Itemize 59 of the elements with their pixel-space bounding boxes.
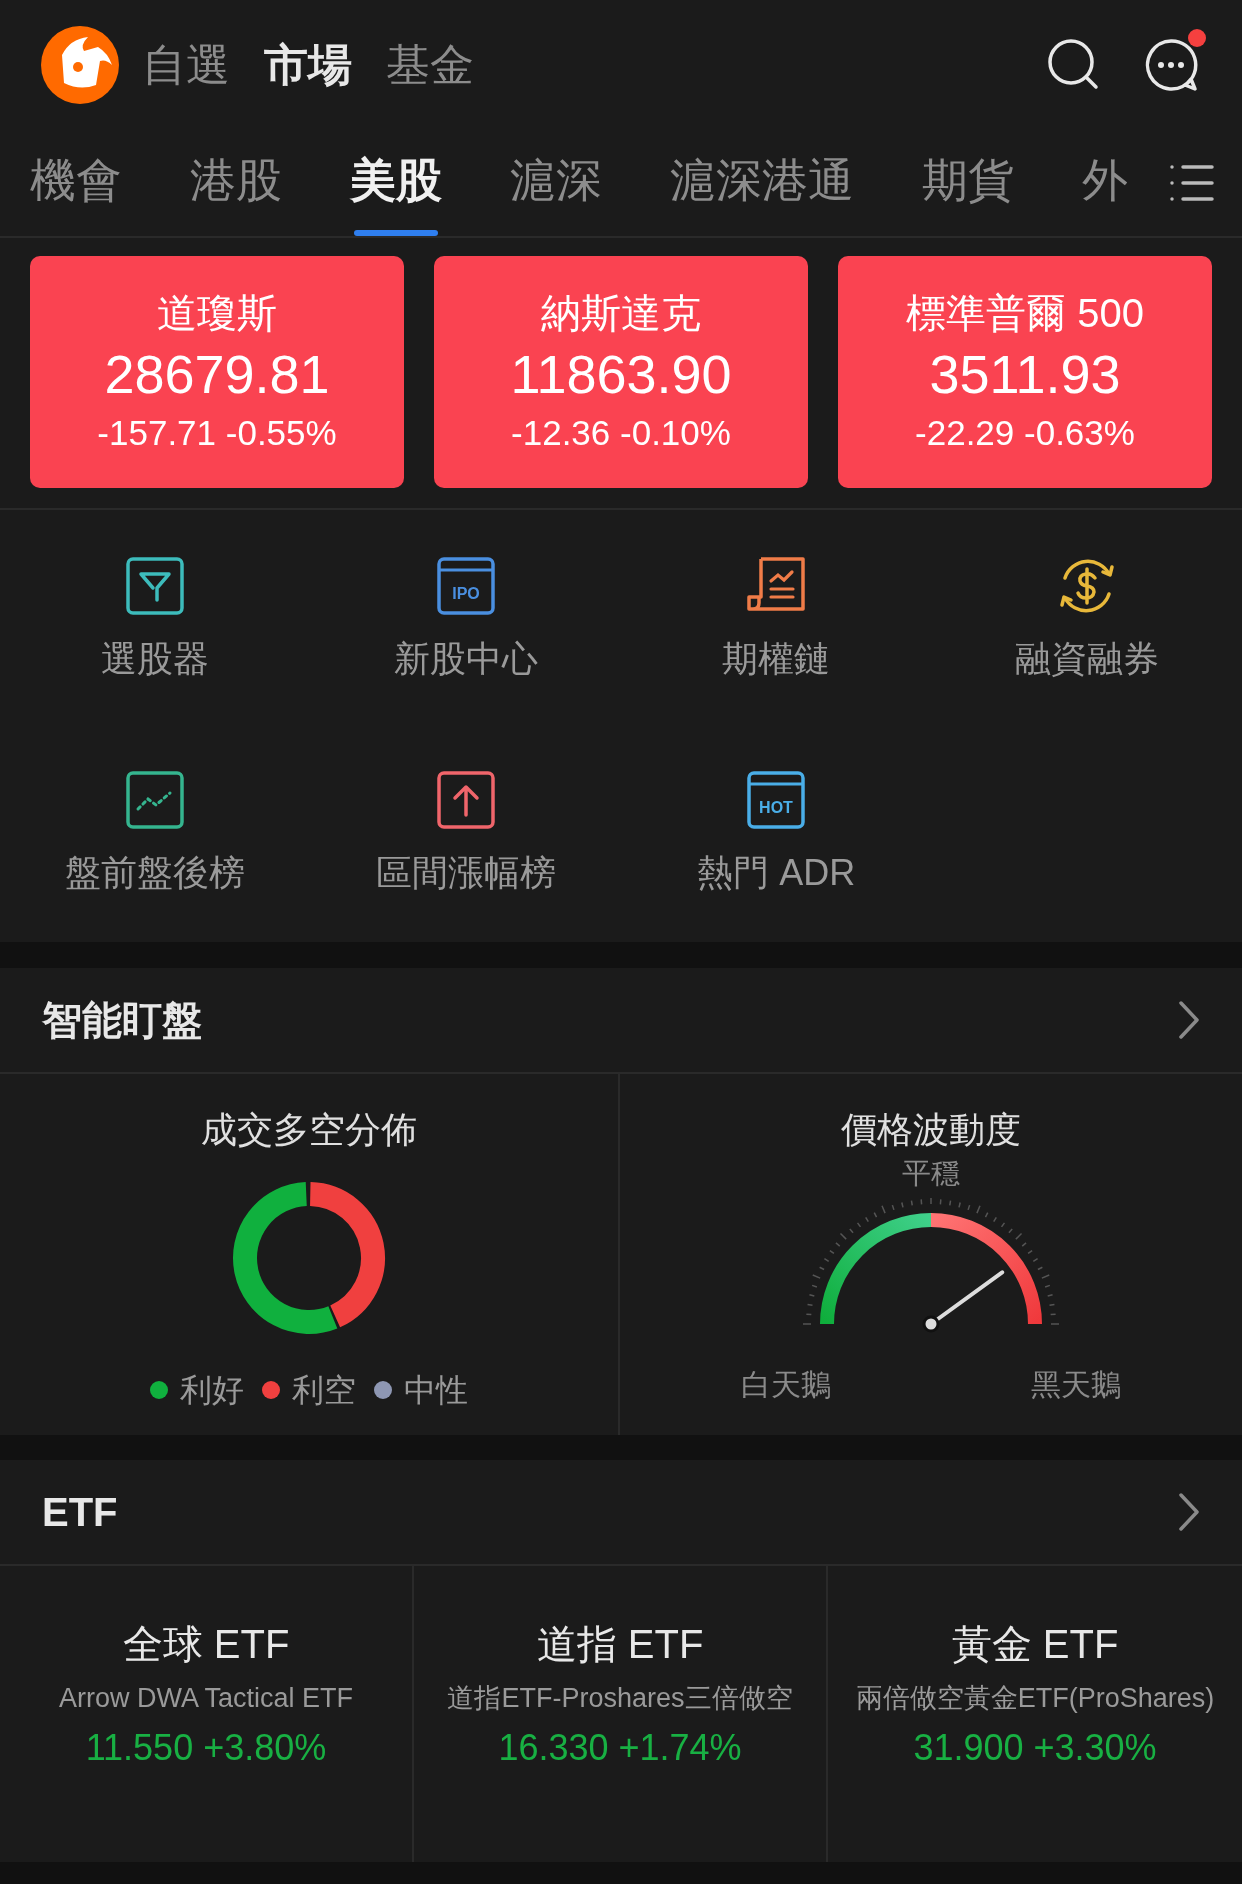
section-title: 智能盯盤 xyxy=(42,997,202,1044)
etf-quote: 11.550 +3.80% xyxy=(85,1726,327,1770)
etf-name: 道指ETF-Proshares三倍做空 xyxy=(447,1682,793,1715)
logo-icon xyxy=(40,25,120,105)
tool-button[interactable]: IPO 新股中心 xyxy=(393,554,538,684)
gauge-label: 黑天鵝 xyxy=(1031,1367,1121,1403)
market-tab[interactable]: 港股 xyxy=(190,150,282,236)
ipo-icon: IPO xyxy=(436,557,495,615)
market-tab[interactable]: 期貨 xyxy=(922,150,1014,236)
index-change: -22.29 -0.63% xyxy=(915,412,1135,454)
menu-icon[interactable] xyxy=(1169,163,1215,203)
gauge-reading: 平穩 xyxy=(902,1156,960,1191)
market-tab[interactable]: 美股 xyxy=(350,150,442,236)
etf-category: 全球 ETF xyxy=(122,1621,290,1668)
index-card[interactable]: 道瓊斯 28679.81 -157.71 -0.55% xyxy=(30,256,404,488)
market-tab[interactable]: 滬深 xyxy=(510,150,602,236)
etf-category: 黃金 ETF xyxy=(951,1621,1119,1668)
etf-quote: 31.900 +3.30% xyxy=(913,1726,1157,1770)
gauge-label: 白天鵝 xyxy=(741,1367,831,1403)
hot-icon: HOT xyxy=(747,771,806,829)
tool-button[interactable]: 選股器 xyxy=(101,554,210,684)
etf-card[interactable]: 黃金 ETF 兩倍做空黃金ETF(ProShares) 31.900 +3.30% xyxy=(828,1566,1242,1862)
etf-category: 道指 ETF xyxy=(536,1621,704,1668)
etf-name: 兩倍做空黃金ETF(ProShares) xyxy=(855,1682,1215,1715)
tool-button[interactable]: HOT 熱門 ADR xyxy=(697,768,856,898)
line-chart-icon xyxy=(126,771,185,829)
legend-label: 利好 xyxy=(180,1371,244,1410)
legend-label: 利空 xyxy=(292,1371,356,1410)
section-header[interactable]: 智能盯盤 xyxy=(0,968,1242,1074)
index-name: 納斯達克 xyxy=(541,290,701,337)
index-card[interactable]: 標準普爾 500 3511.93 -22.29 -0.63% xyxy=(838,256,1212,488)
index-name: 道瓊斯 xyxy=(157,290,277,337)
tool-button[interactable]: 期權鏈 xyxy=(722,554,831,684)
tool-button[interactable]: 盤前盤後榜 xyxy=(65,768,246,898)
index-change: -157.71 -0.55% xyxy=(97,412,337,454)
tool-button[interactable]: 融資融券 xyxy=(1014,554,1159,684)
section-header[interactable]: ETF xyxy=(0,1460,1242,1566)
index-value: 11863.90 xyxy=(510,343,732,406)
etf-name: Arrow DWA Tactical ETF xyxy=(58,1682,353,1715)
nav-tab[interactable]: 基金 xyxy=(386,32,474,98)
tool-button[interactable]: 區間漲幅榜 xyxy=(375,768,556,898)
index-name: 標準普爾 500 xyxy=(906,290,1144,337)
etf-quote: 16.330 +1.74% xyxy=(498,1726,742,1770)
index-value: 28679.81 xyxy=(104,343,330,406)
section-title: ETF xyxy=(42,1489,118,1536)
index-value: 3511.93 xyxy=(929,343,1121,406)
index-card[interactable]: 納斯達克 11863.90 -12.36 -0.10% xyxy=(434,256,808,488)
panel-title: 價格波動度 xyxy=(841,1108,1021,1152)
legend-label: 中性 xyxy=(404,1371,468,1410)
market-tab[interactable]: 外 xyxy=(1082,150,1128,236)
filter-icon xyxy=(126,557,185,615)
panel-title: 成交多空分佈 xyxy=(201,1108,417,1152)
nav-tab[interactable]: 自選 xyxy=(142,32,230,98)
chevron-right-icon xyxy=(1178,1000,1200,1040)
market-tab[interactable]: 滬深港通 xyxy=(670,150,854,236)
market-tab[interactable]: 機會 xyxy=(30,150,122,236)
nav-tab[interactable]: 市場 xyxy=(264,32,352,98)
index-change: -12.36 -0.10% xyxy=(511,412,731,454)
chevron-right-icon xyxy=(1178,1492,1200,1532)
